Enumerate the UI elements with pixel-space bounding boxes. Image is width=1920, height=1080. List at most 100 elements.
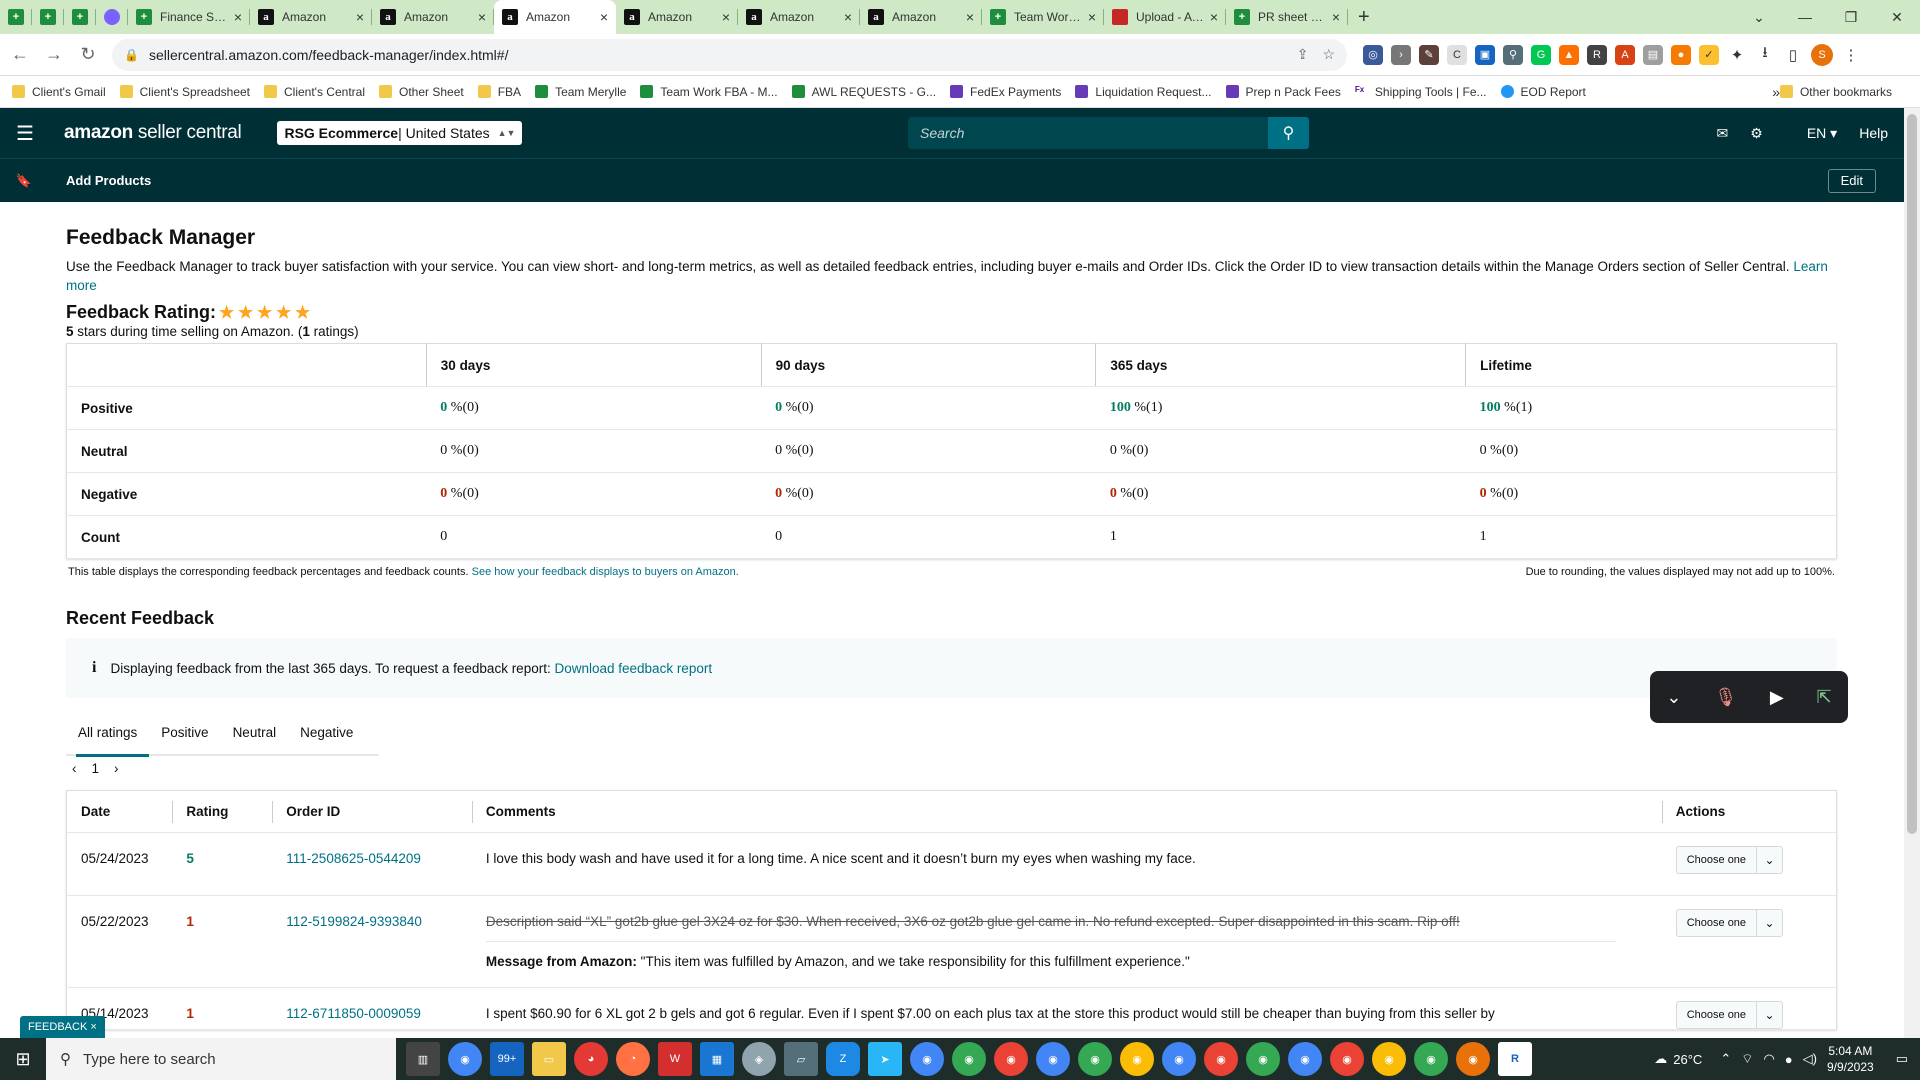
puzzle-extensions-icon[interactable]: ✦ (1727, 44, 1747, 65)
firefox-icon[interactable]: ◔ (616, 1042, 650, 1076)
help-link[interactable]: Help (1859, 125, 1888, 141)
new-tab-icon[interactable]: + (1348, 6, 1380, 29)
chrome-profile-icon[interactable]: ◉ (1456, 1042, 1490, 1076)
extension-icon[interactable]: A (1615, 44, 1635, 65)
download-icon[interactable]: ⭳ (1755, 44, 1775, 65)
browser-tab[interactable]: a Amazon × (616, 0, 738, 34)
browser-tab[interactable]: a Amazon × (494, 0, 616, 34)
close-icon[interactable]: × (722, 9, 730, 25)
star-bookmark-icon[interactable]: ☆ (1322, 46, 1335, 63)
page-scrollbar[interactable] (1904, 108, 1920, 1038)
order-id-link[interactable]: 111-2508625-0544209 (286, 851, 421, 866)
mic-muted-icon[interactable]: 🎙 (1714, 687, 1737, 708)
close-icon[interactable]: × (1088, 9, 1096, 25)
windows-start-icon[interactable]: ⊞ (0, 1049, 46, 1070)
choose-action-dropdown[interactable]: Choose one ⌄ (1675, 846, 1784, 874)
page-number[interactable]: 1 (92, 761, 100, 776)
extension-icon[interactable]: ● (1671, 44, 1691, 65)
browser-tab[interactable]: a Amazon × (250, 0, 372, 34)
extension-icon[interactable]: ✎ (1419, 44, 1439, 65)
chrome-profile-icon[interactable]: ◉ (1246, 1042, 1280, 1076)
extension-icon[interactable]: ◎ (1363, 44, 1383, 65)
order-id-link[interactable]: 112-5199824-9393840 (286, 914, 422, 929)
search-input[interactable]: Search (908, 117, 1288, 149)
zoom-icon[interactable]: Z (826, 1042, 860, 1076)
app-icon[interactable]: R (1498, 1042, 1532, 1076)
chrome-profile-icon[interactable]: ◉ (994, 1042, 1028, 1076)
maximize-icon[interactable]: ❐ (1828, 9, 1874, 26)
bookmark-item[interactable]: Other Sheet (379, 85, 464, 99)
extension-icon[interactable]: R (1587, 44, 1607, 65)
mail-app-icon[interactable]: 99+ (490, 1042, 524, 1076)
browser-tab[interactable] (96, 0, 128, 34)
bookmark-item[interactable]: Fx Shipping Tools | Fe... (1354, 85, 1487, 99)
browser-tab[interactable]: + (0, 0, 32, 34)
close-icon[interactable]: × (1210, 9, 1218, 25)
url-text[interactable]: sellercentral.amazon.com/feedback-manage… (149, 47, 1283, 63)
bookmark-item[interactable]: Prep n Pack Fees (1225, 85, 1341, 99)
chrome-profile-icon[interactable]: ◉ (952, 1042, 986, 1076)
url-bar[interactable]: 🔒 sellercentral.amazon.com/feedback-mana… (112, 38, 1347, 71)
telegram-icon[interactable]: ➤ (868, 1042, 902, 1076)
bookmark-item[interactable]: Client's Spreadsheet (119, 85, 250, 99)
next-page-icon[interactable]: › (114, 761, 119, 776)
bookmark-item[interactable]: Client's Central (264, 85, 365, 99)
gear-icon[interactable]: ⚙ (1750, 125, 1763, 142)
browser-tab[interactable]: Upload - AWL L × (1104, 0, 1226, 34)
app-icon[interactable]: ▱ (784, 1042, 818, 1076)
clock[interactable]: 5:04 AM 9/9/2023 (1827, 1043, 1874, 1075)
filter-tab[interactable]: Negative (288, 709, 365, 755)
browser-tab[interactable]: a Amazon × (372, 0, 494, 34)
bookmark-item[interactable]: Team Merylle (535, 85, 626, 99)
buyer-view-link[interactable]: See how your feedback displays to buyers… (472, 566, 739, 578)
calculator-icon[interactable]: ▦ (700, 1042, 734, 1076)
task-view-icon[interactable]: ▥ (406, 1042, 440, 1076)
choose-action-dropdown[interactable]: Choose one ⌄ (1675, 909, 1784, 937)
close-icon[interactable]: × (234, 9, 242, 25)
chrome-profile-icon[interactable]: ◉ (910, 1042, 944, 1076)
chrome-profile-icon[interactable]: ◉ (1036, 1042, 1070, 1076)
bookmark-icon[interactable]: 🔖 (0, 173, 48, 189)
store-selector[interactable]: RSG Ecommerce | United States ▲▼ (277, 121, 523, 145)
browser-tab[interactable]: + Finance Sheet - × (128, 0, 250, 34)
extension-icon[interactable]: › (1391, 44, 1411, 65)
close-icon[interactable]: × (600, 9, 608, 25)
file-explorer-icon[interactable]: ▭ (532, 1042, 566, 1076)
seller-central-logo[interactable]: amazon seller central (64, 122, 242, 144)
chrome-profile-icon[interactable]: ◉ (1372, 1042, 1406, 1076)
bookmark-item[interactable]: AWL REQUESTS - G... (791, 85, 936, 99)
chrome-profile-icon[interactable]: ◉ (1414, 1042, 1448, 1076)
extension-icon[interactable]: ▲ (1559, 44, 1579, 65)
reload-icon[interactable]: ↻ (74, 44, 102, 65)
language-selector[interactable]: EN ▾ (1785, 125, 1837, 142)
bookmark-item[interactable]: EOD Report (1500, 85, 1586, 99)
menu-kebab-icon[interactable]: ⋮ (1841, 44, 1861, 65)
app-icon[interactable]: ◈ (742, 1042, 776, 1076)
chrome-profile-icon[interactable]: ◉ (1330, 1042, 1364, 1076)
more-bookmarks-icon[interactable]: » (1772, 84, 1780, 100)
forward-icon[interactable]: → (40, 44, 68, 65)
mic-icon[interactable]: ● (1785, 1052, 1793, 1067)
order-id-link[interactable]: 112-6711850-0009059 (286, 1006, 421, 1021)
weather-icon[interactable]: ☁ (1654, 1051, 1667, 1067)
browser-tab[interactable]: a Amazon × (860, 0, 982, 34)
chrome-profile-icon[interactable]: ◉ (1162, 1042, 1196, 1076)
camera-icon[interactable]: ▶ (1770, 687, 1784, 708)
choose-action-dropdown[interactable]: Choose one ⌄ (1675, 1001, 1784, 1029)
app-icon[interactable]: ◕ (574, 1042, 608, 1076)
chrome-profile-icon[interactable]: ◉ (1204, 1042, 1238, 1076)
browser-tab[interactable]: + PR sheet Daniel × (1226, 0, 1348, 34)
filter-tab[interactable]: All ratings (66, 709, 150, 757)
search-button[interactable]: ⚲ (1268, 117, 1309, 149)
hamburger-menu-icon[interactable]: ☰ (0, 121, 50, 146)
wps-icon[interactable]: W (658, 1042, 692, 1076)
taskbar-search[interactable]: ⚲ Type here to search (46, 1038, 396, 1080)
notification-icon[interactable]: ▭ (1896, 1051, 1908, 1067)
bookmark-item[interactable]: FBA (477, 85, 521, 99)
back-icon[interactable]: ← (6, 44, 34, 65)
add-products-link[interactable]: Add Products (66, 173, 151, 188)
feedback-tab[interactable]: FEEDBACK × (20, 1016, 105, 1038)
weather-temp[interactable]: 26°C (1673, 1052, 1702, 1067)
close-window-icon[interactable]: ✕ (1874, 9, 1920, 26)
browser-tab[interactable]: + (64, 0, 96, 34)
